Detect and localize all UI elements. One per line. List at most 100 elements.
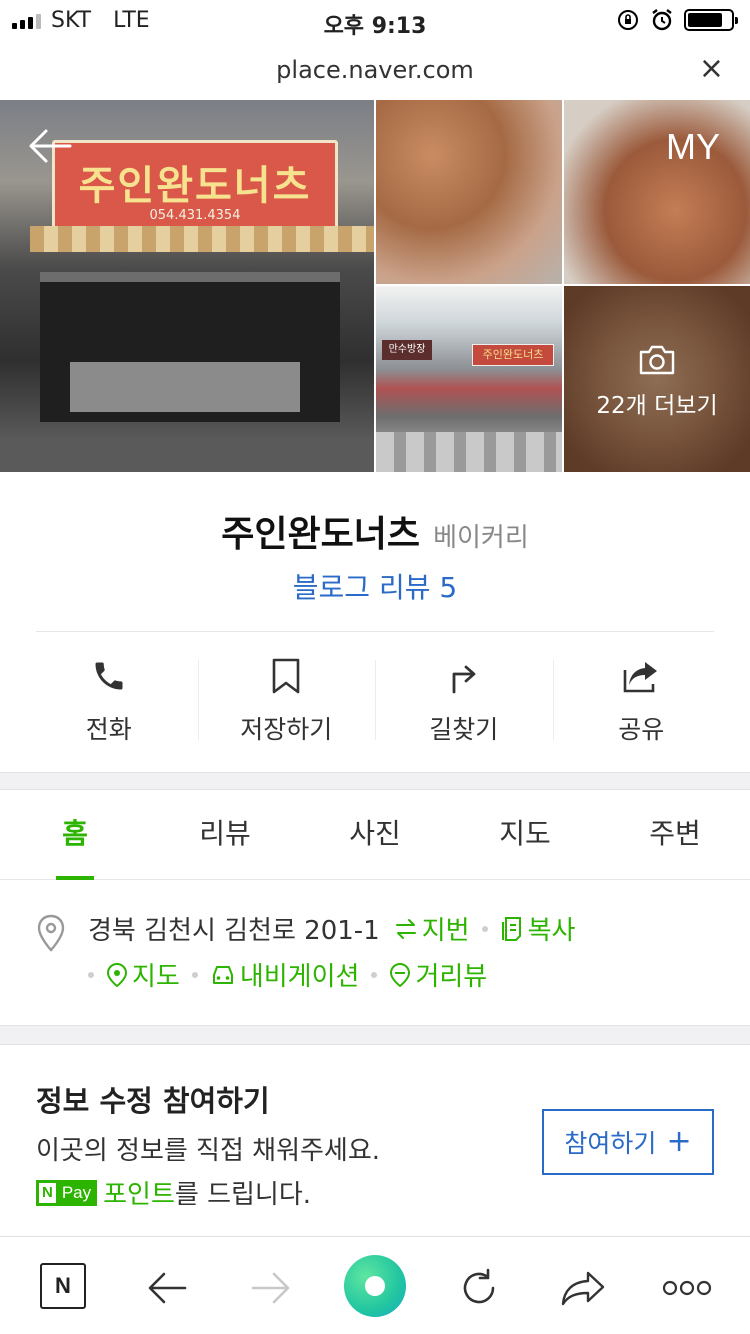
neighbor-sign-text: 만수방장 [388,344,426,355]
counter [70,362,300,412]
separator-dot [371,971,378,978]
tab-reviews[interactable]: 리뷰 [150,790,300,879]
npay-label: Pay [61,1182,92,1202]
car-icon [212,965,233,984]
map-label: 지도 [132,962,180,992]
tab-nearby[interactable]: 주변 [600,790,750,879]
share-icon [623,662,658,693]
alarm-icon [652,9,672,31]
save-label: 저장하기 [240,715,333,744]
point-text: 포인트 [103,1180,175,1210]
separator-dot [88,971,94,978]
jibun-label: 지번 [421,916,470,946]
street [0,440,374,472]
tab-photos[interactable]: 사진 [300,790,450,879]
forward-icon [251,1272,290,1304]
tab-map[interactable]: 지도 [450,790,600,879]
separator-dot [191,971,198,978]
url-bar: place.naver.com × [0,42,750,100]
photo-thumbnail[interactable]: 만수방장 주인완도너츠 [376,286,562,472]
swap-icon [395,918,416,939]
street-view-button[interactable]: 거리뷰 [389,956,487,993]
green-dot-icon [365,1276,385,1296]
green-dot-button[interactable] [344,1255,406,1317]
rotation-lock-icon [618,10,638,30]
map-button[interactable]: 지도 [106,956,180,993]
thumb-shop-sign-text: 주인완도너츠 [482,348,544,361]
share-page-button[interactable] [556,1261,610,1315]
address-actions: 지도 내비게이션 거리뷰 [88,956,487,993]
naver-home-button[interactable]: N [40,1263,86,1309]
photo-thumbnail[interactable]: MY [564,100,750,284]
navigation-button[interactable]: 내비게이션 [210,956,359,993]
npay-badge: N Pay [36,1179,98,1206]
share-label: 공유 [618,715,665,744]
participate-description: 이곳의 정보를 직접 채워주세요. [36,1136,381,1166]
copy-button[interactable]: 복사 [500,910,576,947]
copy-label: 복사 [527,916,576,946]
more-button[interactable] [660,1261,714,1315]
call-button[interactable]: 전화 [20,632,198,772]
refresh-icon [463,1268,495,1304]
more-icon [662,1280,712,1296]
share-arrow-icon [561,1271,605,1306]
url-text[interactable]: place.naver.com [0,56,750,84]
camera-icon [639,345,675,375]
participate-button-label: 참여하기 [564,1129,657,1158]
photo-gallery: 주인완도너츠 054.431.4354 MY 만수방장 주인완도너츠 22개 더… [0,100,750,472]
phone-icon [95,662,123,690]
battery-icon [684,9,738,31]
street-view-label: 거리뷰 [415,962,488,992]
point-suffix: 를 드립니다. [174,1180,312,1210]
place-header: 주인완도너츠 베이커리 [0,505,750,557]
shop-sign: 주인완도너츠 054.431.4354 [52,140,338,230]
close-icon[interactable]: × [699,54,724,84]
call-label: 전화 [85,715,132,744]
place-category: 베이커리 [433,523,529,553]
browser-toolbar: N [0,1236,750,1334]
participate-title: 정보 수정 참여하기 [36,1084,270,1118]
status-bar: SKT LTE 오후 9:13 [0,0,750,42]
main-photo[interactable]: 주인완도너츠 054.431.4354 [0,100,374,472]
action-bar: 전화 저장하기 길찾기 공유 [20,632,730,772]
map-pin-icon [106,962,128,987]
shop-sign-text: 주인완도너츠 [78,163,312,209]
photo-thumbnail[interactable] [376,100,562,284]
street-view-icon [390,962,411,987]
jibun-button[interactable]: 지번 [394,910,470,947]
refresh-button[interactable] [452,1261,506,1315]
back-arrow-icon[interactable] [28,128,72,164]
forward-button[interactable] [244,1261,298,1315]
location-pin-icon [37,914,65,952]
tab-home[interactable]: 홈 [0,790,150,880]
place-name: 주인완도너츠 [221,514,420,555]
share-button[interactable]: 공유 [552,632,731,772]
address-text: 경북 김천시 김천로 201-1 [88,916,380,946]
separator-dot [481,925,488,932]
address-line: 경북 김천시 김천로 201-1 지번 복사 [88,910,575,947]
thumb-shop-sign: 주인완도너츠 [472,344,554,366]
directions-button[interactable]: 길찾기 [375,632,553,772]
back-button[interactable] [140,1261,194,1315]
more-photos-label: 22개 더보기 [596,393,718,419]
my-button[interactable]: MY [666,126,720,168]
blog-review-link[interactable]: 블로그 리뷰 5 [0,566,750,606]
copy-icon [501,916,521,941]
npay-n-logo: N [39,1182,56,1203]
crosswalk [376,432,562,472]
bookmark-icon [272,658,300,694]
section-gap [0,1025,750,1045]
section-gap [0,772,750,790]
back-icon [148,1272,187,1304]
more-photos-tile[interactable]: 22개 더보기 [564,286,750,472]
directions-icon [452,665,476,694]
save-button[interactable]: 저장하기 [197,632,376,772]
directions-label: 길찾기 [429,715,499,744]
participate-button[interactable]: 참여하기 + [542,1109,714,1175]
participate-reward: N Pay 포인트 를 드립니다. [36,1174,311,1211]
awning [30,226,374,252]
neighbor-sign: 만수방장 [382,340,432,360]
shop-sign-phone: 054.431.4354 [149,208,241,223]
status-right [616,8,738,32]
plus-icon: + [666,1124,692,1159]
